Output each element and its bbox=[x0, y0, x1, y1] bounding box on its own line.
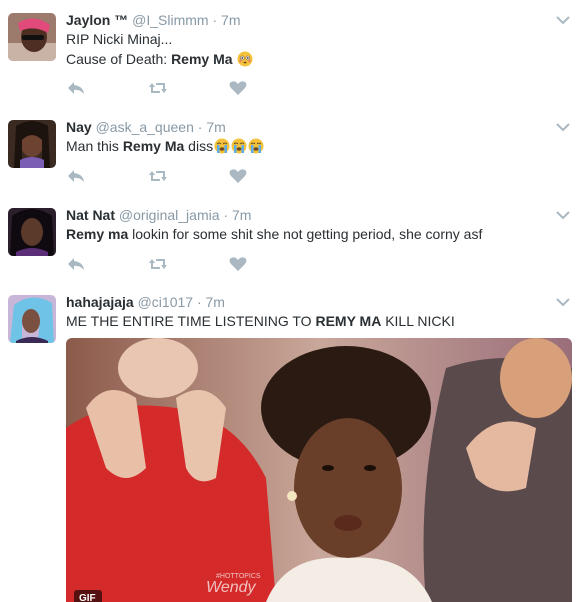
text-segment: KILL NICKI bbox=[381, 313, 455, 329]
like-heart-icon[interactable] bbox=[228, 256, 248, 272]
retweet-icon[interactable] bbox=[148, 168, 168, 184]
loudly-crying-face-emoji-icon bbox=[231, 138, 247, 154]
bold-mention: REMY MA bbox=[315, 313, 382, 329]
user-handle[interactable]: @original_jamia bbox=[119, 207, 220, 223]
tweet-text: Man this Remy Ma diss bbox=[66, 136, 264, 156]
chevron-down-icon[interactable] bbox=[556, 297, 570, 307]
like-heart-icon[interactable] bbox=[228, 80, 248, 96]
tweet-media-gif[interactable]: #HOTTOPICS Wendy GIF bbox=[66, 338, 572, 602]
text-segment: diss bbox=[184, 138, 214, 154]
reply-icon[interactable] bbox=[66, 256, 86, 272]
separator: · bbox=[223, 207, 229, 223]
tweet-line: RIP Nicki Minaj... bbox=[66, 31, 173, 47]
chevron-down-icon[interactable] bbox=[556, 210, 570, 220]
bold-mention: Remy ma bbox=[66, 226, 129, 242]
tweet-1[interactable]: Jaylon ™ @I_Slimmm · 7m RIP Nicki Minaj.… bbox=[0, 0, 584, 107]
separator: · bbox=[197, 119, 203, 135]
tweet-line: Cause of Death: Remy Ma bbox=[66, 49, 253, 69]
timestamp[interactable]: 7m bbox=[206, 119, 225, 135]
timestamp[interactable]: 7m bbox=[221, 12, 240, 28]
chevron-down-icon[interactable] bbox=[556, 122, 570, 132]
like-heart-icon[interactable] bbox=[228, 168, 248, 184]
separator: · bbox=[212, 12, 218, 28]
reply-icon[interactable] bbox=[66, 168, 86, 184]
avatar[interactable] bbox=[8, 208, 56, 256]
display-name[interactable]: hahajajaja bbox=[66, 294, 134, 310]
separator: · bbox=[196, 294, 202, 310]
user-handle[interactable]: @ask_a_queen bbox=[96, 119, 194, 135]
display-name[interactable]: Nat Nat bbox=[66, 207, 115, 223]
loudly-crying-face-emoji-icon bbox=[214, 138, 230, 154]
user-handle[interactable]: @I_Slimmm bbox=[132, 12, 208, 28]
text-segment: Cause of Death: bbox=[66, 51, 172, 67]
text-segment: lookin for some shit she not getting per… bbox=[128, 226, 483, 242]
retweet-icon[interactable] bbox=[148, 80, 168, 96]
gif-badge-label: GIF bbox=[79, 593, 96, 602]
text-segment: ME THE ENTIRE TIME LISTENING TO bbox=[66, 313, 316, 329]
tweet-text: ME THE ENTIRE TIME LISTENING TO REMY MA … bbox=[66, 311, 455, 331]
timestamp[interactable]: 7m bbox=[206, 294, 225, 310]
avatar[interactable] bbox=[8, 120, 56, 168]
display-name[interactable]: Nay bbox=[66, 119, 92, 135]
timestamp[interactable]: 7m bbox=[232, 207, 251, 223]
user-handle[interactable]: @ci1017 bbox=[138, 294, 193, 310]
bold-mention: Remy Ma bbox=[122, 138, 185, 154]
bold-mention: Remy Ma bbox=[171, 51, 233, 67]
retweet-icon[interactable] bbox=[148, 256, 168, 272]
tweet-text: RIP Nicki Minaj... Cause of Death: Remy … bbox=[66, 29, 253, 69]
tweet-3[interactable]: Nat Nat @original_jamia · 7m Remy ma loo… bbox=[0, 194, 584, 283]
flushed-face-emoji-icon bbox=[237, 51, 253, 67]
tweet-2[interactable]: Nay @ask_a_queen · 7m Man this Remy Ma d… bbox=[0, 106, 584, 195]
loudly-crying-face-emoji-icon bbox=[248, 138, 264, 154]
tweet-text: Remy ma lookin for some shit she not get… bbox=[66, 224, 482, 244]
display-name[interactable]: Jaylon ™ bbox=[66, 12, 128, 28]
avatar[interactable] bbox=[8, 295, 56, 343]
avatar[interactable] bbox=[8, 13, 56, 61]
chevron-down-icon[interactable] bbox=[556, 15, 570, 25]
reply-icon[interactable] bbox=[66, 80, 86, 96]
text-segment: Man this bbox=[66, 138, 123, 154]
watermark-text: Wendy bbox=[206, 579, 257, 596]
